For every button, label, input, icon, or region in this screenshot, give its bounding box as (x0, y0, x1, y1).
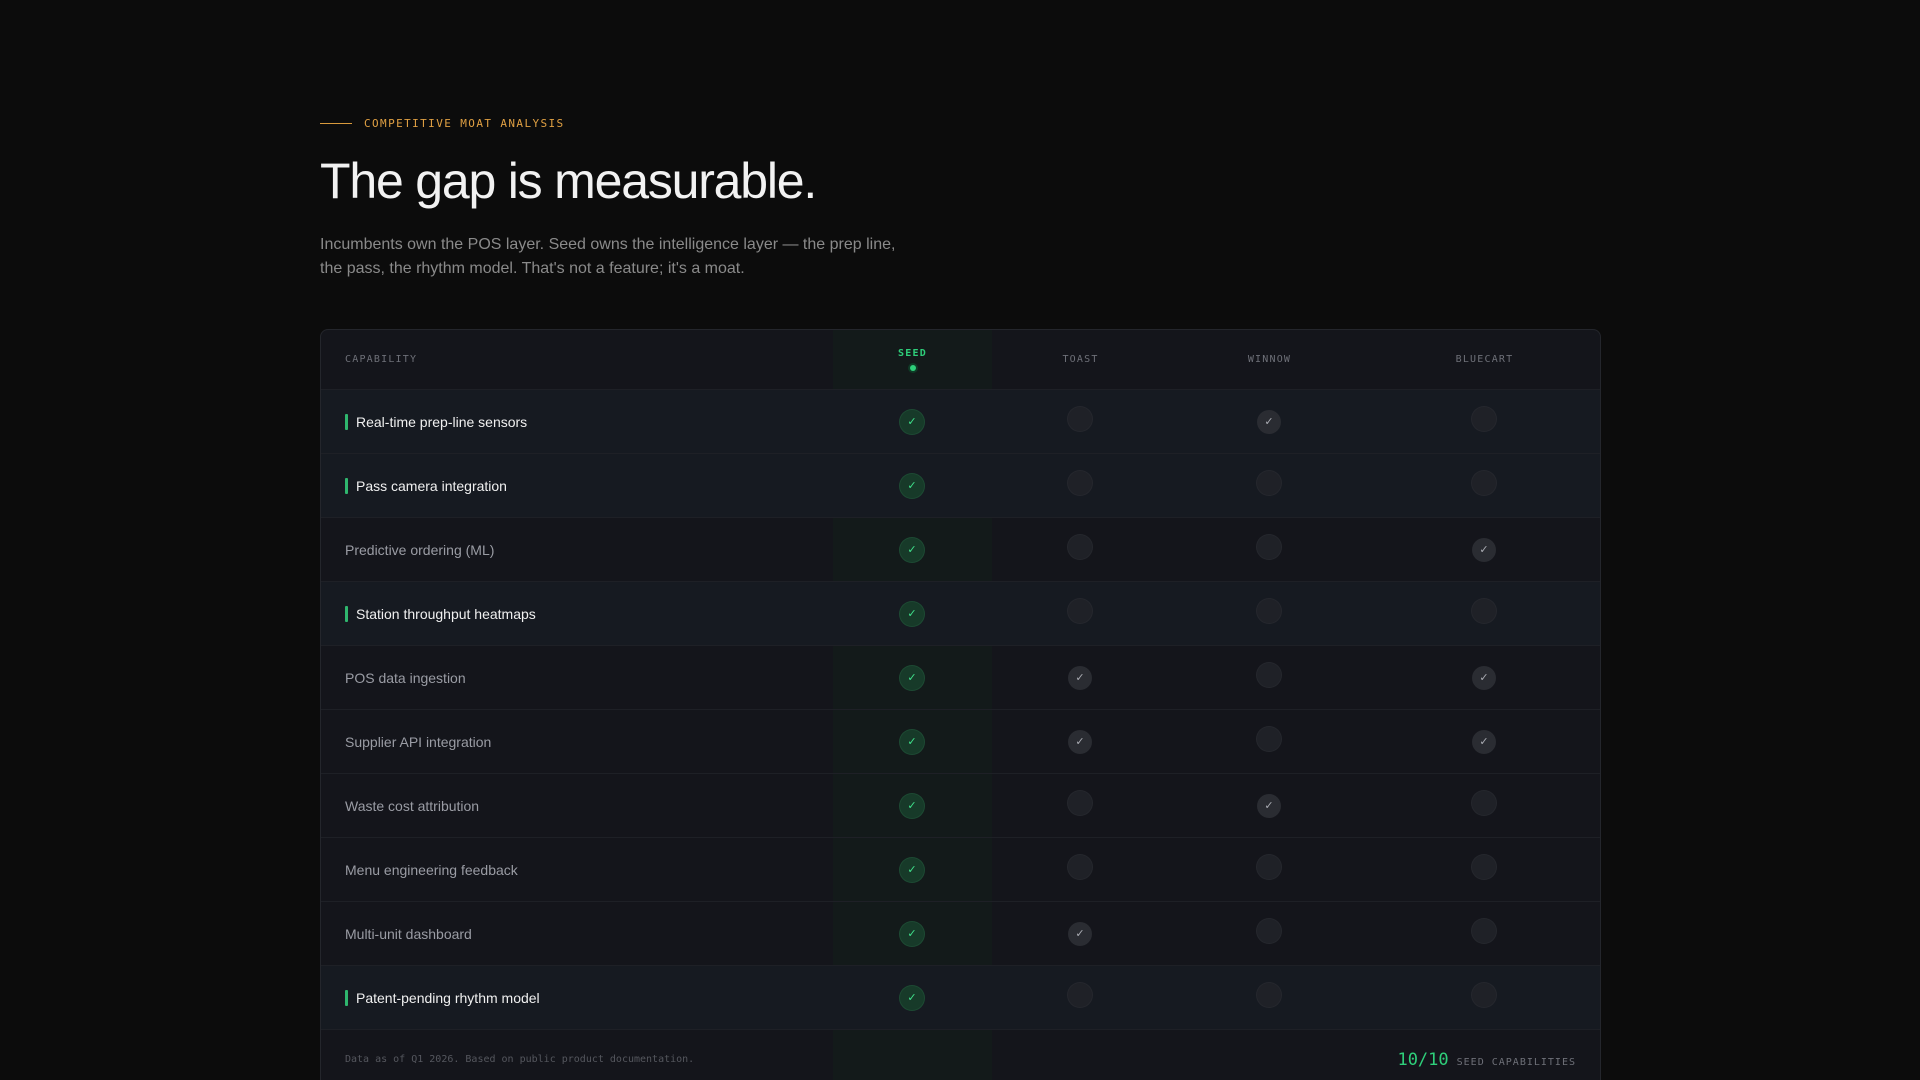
capability-cell: Multi-unit dashboard (345, 902, 472, 965)
table-row: Supplier API integration ✓ ✓ ✓ (321, 710, 1600, 774)
winnow-check-icon: ✓ (1257, 793, 1281, 818)
seed-check-icon: ✓ (900, 473, 924, 498)
capability-cell: POS data ingestion (345, 646, 466, 709)
table-row: Predictive ordering (ML) ✓ ✓ (321, 518, 1600, 582)
table-row: POS data ingestion ✓ ✓ ✓ (321, 646, 1600, 710)
capability-cell: Waste cost attribution (345, 774, 479, 837)
toast-empty-icon (1068, 790, 1092, 815)
winnow-empty-icon (1257, 918, 1281, 943)
highlight-accent-bar (345, 989, 348, 1006)
seed-check-icon: ✓ (900, 857, 924, 882)
winnow-empty-icon (1257, 982, 1281, 1007)
toast-empty-icon (1068, 598, 1092, 623)
column-header-label: WINNOW (1247, 354, 1292, 365)
page-title: The gap is measurable. (320, 153, 817, 209)
column-header-label: TOAST (1062, 354, 1099, 365)
toast-empty-icon (1068, 406, 1092, 431)
eyebrow-label: COMPETITIVE MOAT ANALYSIS (364, 117, 565, 130)
capability-cell: Patent-pending rhythm model (345, 966, 540, 1029)
column-header-label: BLUECART (1455, 354, 1514, 365)
capability-cell: Supplier API integration (345, 710, 491, 773)
capability-label: Pass camera integration (356, 477, 507, 494)
highlight-accent-bar (345, 413, 348, 430)
capability-label: Menu engineering feedback (345, 861, 518, 878)
winnow-empty-icon (1257, 534, 1281, 559)
column-header-label: CAPABILITY (345, 354, 418, 365)
seed-check-icon: ✓ (900, 409, 924, 434)
column-header-toast: TOAST (992, 330, 1169, 389)
capability-label: Waste cost attribution (345, 797, 480, 814)
seed-check-icon: ✓ (900, 537, 924, 562)
column-header-seed: SEED (833, 330, 992, 389)
bluecart-check-icon: ✓ (1472, 537, 1496, 562)
table-row: Pass camera integration ✓ (321, 454, 1600, 518)
page: COMPETITIVE MOAT ANALYSIS The gap is mea… (0, 0, 1920, 1080)
bluecart-empty-icon (1472, 406, 1496, 431)
seed-check-icon: ✓ (900, 793, 924, 818)
bluecart-empty-icon (1472, 790, 1496, 815)
bluecart-empty-icon (1472, 854, 1496, 879)
page-subtitle: Incumbents own the POS layer. Seed owns … (320, 236, 896, 277)
comparison-table: CAPABILITY SEED TOAST WINNOW BLUECART Re… (320, 329, 1601, 1080)
bluecart-empty-icon (1472, 982, 1496, 1007)
column-header-capability: CAPABILITY (345, 330, 545, 389)
score-label: SEED CAPABILITIES (1456, 1057, 1576, 1068)
bluecart-empty-icon (1472, 918, 1496, 943)
toast-empty-icon (1068, 534, 1092, 559)
winnow-check-icon: ✓ (1257, 409, 1281, 434)
table-row: Patent-pending rhythm model ✓ (321, 966, 1600, 1030)
table-row: Station throughput heatmaps ✓ (321, 582, 1600, 646)
capability-label: Multi-unit dashboard (345, 925, 472, 942)
seed-check-icon: ✓ (900, 729, 924, 754)
winnow-empty-icon (1257, 662, 1281, 687)
seed-check-icon: ✓ (900, 921, 924, 946)
capability-cell: Real-time prep-line sensors (345, 390, 527, 453)
toast-check-icon: ✓ (1068, 729, 1092, 754)
table-row: Real-time prep-line sensors ✓ ✓ (321, 390, 1600, 454)
seed-check-icon: ✓ (900, 665, 924, 690)
score-value: 10/10 (1397, 1050, 1449, 1070)
capability-label: Patent-pending rhythm model (356, 989, 540, 1006)
score-summary: 10/10 SEED CAPABILITIES (1397, 1050, 1576, 1070)
capability-cell: Predictive ordering (ML) (345, 518, 494, 581)
capability-label: Station throughput heatmaps (356, 605, 536, 622)
seed-indicator-dot (909, 365, 916, 371)
capability-cell: Menu engineering feedback (345, 838, 518, 901)
toast-check-icon: ✓ (1068, 921, 1092, 946)
column-header-bluecart: BLUECART (1370, 330, 1599, 389)
column-header-winnow: WINNOW (1169, 330, 1370, 389)
highlight-accent-bar (345, 477, 348, 494)
table-row: Multi-unit dashboard ✓ ✓ (321, 902, 1600, 966)
eyebrow-rule (320, 123, 352, 124)
capability-cell: Station throughput heatmaps (345, 582, 536, 645)
capability-cell: Pass camera integration (345, 454, 507, 517)
bluecart-check-icon: ✓ (1472, 665, 1496, 690)
seed-check-icon: ✓ (900, 601, 924, 626)
capability-label: Predictive ordering (ML) (345, 541, 495, 558)
toast-empty-icon (1068, 470, 1092, 495)
column-header-label: SEED (898, 348, 927, 359)
winnow-empty-icon (1257, 598, 1281, 623)
bluecart-empty-icon (1472, 598, 1496, 623)
toast-check-icon: ✓ (1068, 665, 1092, 690)
highlight-accent-bar (345, 605, 348, 622)
winnow-empty-icon (1257, 726, 1281, 751)
eyebrow: COMPETITIVE MOAT ANALYSIS (320, 117, 565, 130)
bluecart-check-icon: ✓ (1472, 729, 1496, 754)
capability-label: Real-time prep-line sensors (356, 413, 528, 430)
capability-label: Supplier API integration (345, 733, 492, 750)
toast-empty-icon (1068, 982, 1092, 1007)
seed-check-icon: ✓ (900, 985, 924, 1010)
toast-empty-icon (1068, 854, 1092, 879)
winnow-empty-icon (1257, 854, 1281, 879)
bluecart-empty-icon (1472, 470, 1496, 495)
table-row: Menu engineering feedback ✓ (321, 838, 1600, 902)
table-header-row: CAPABILITY SEED TOAST WINNOW BLUECART (321, 330, 1600, 390)
table-row: Waste cost attribution ✓ ✓ (321, 774, 1600, 838)
footer-note: Data as of Q1 2026. Based on public prod… (345, 1054, 695, 1065)
capability-label: POS data ingestion (345, 669, 466, 686)
winnow-empty-icon (1257, 470, 1281, 495)
